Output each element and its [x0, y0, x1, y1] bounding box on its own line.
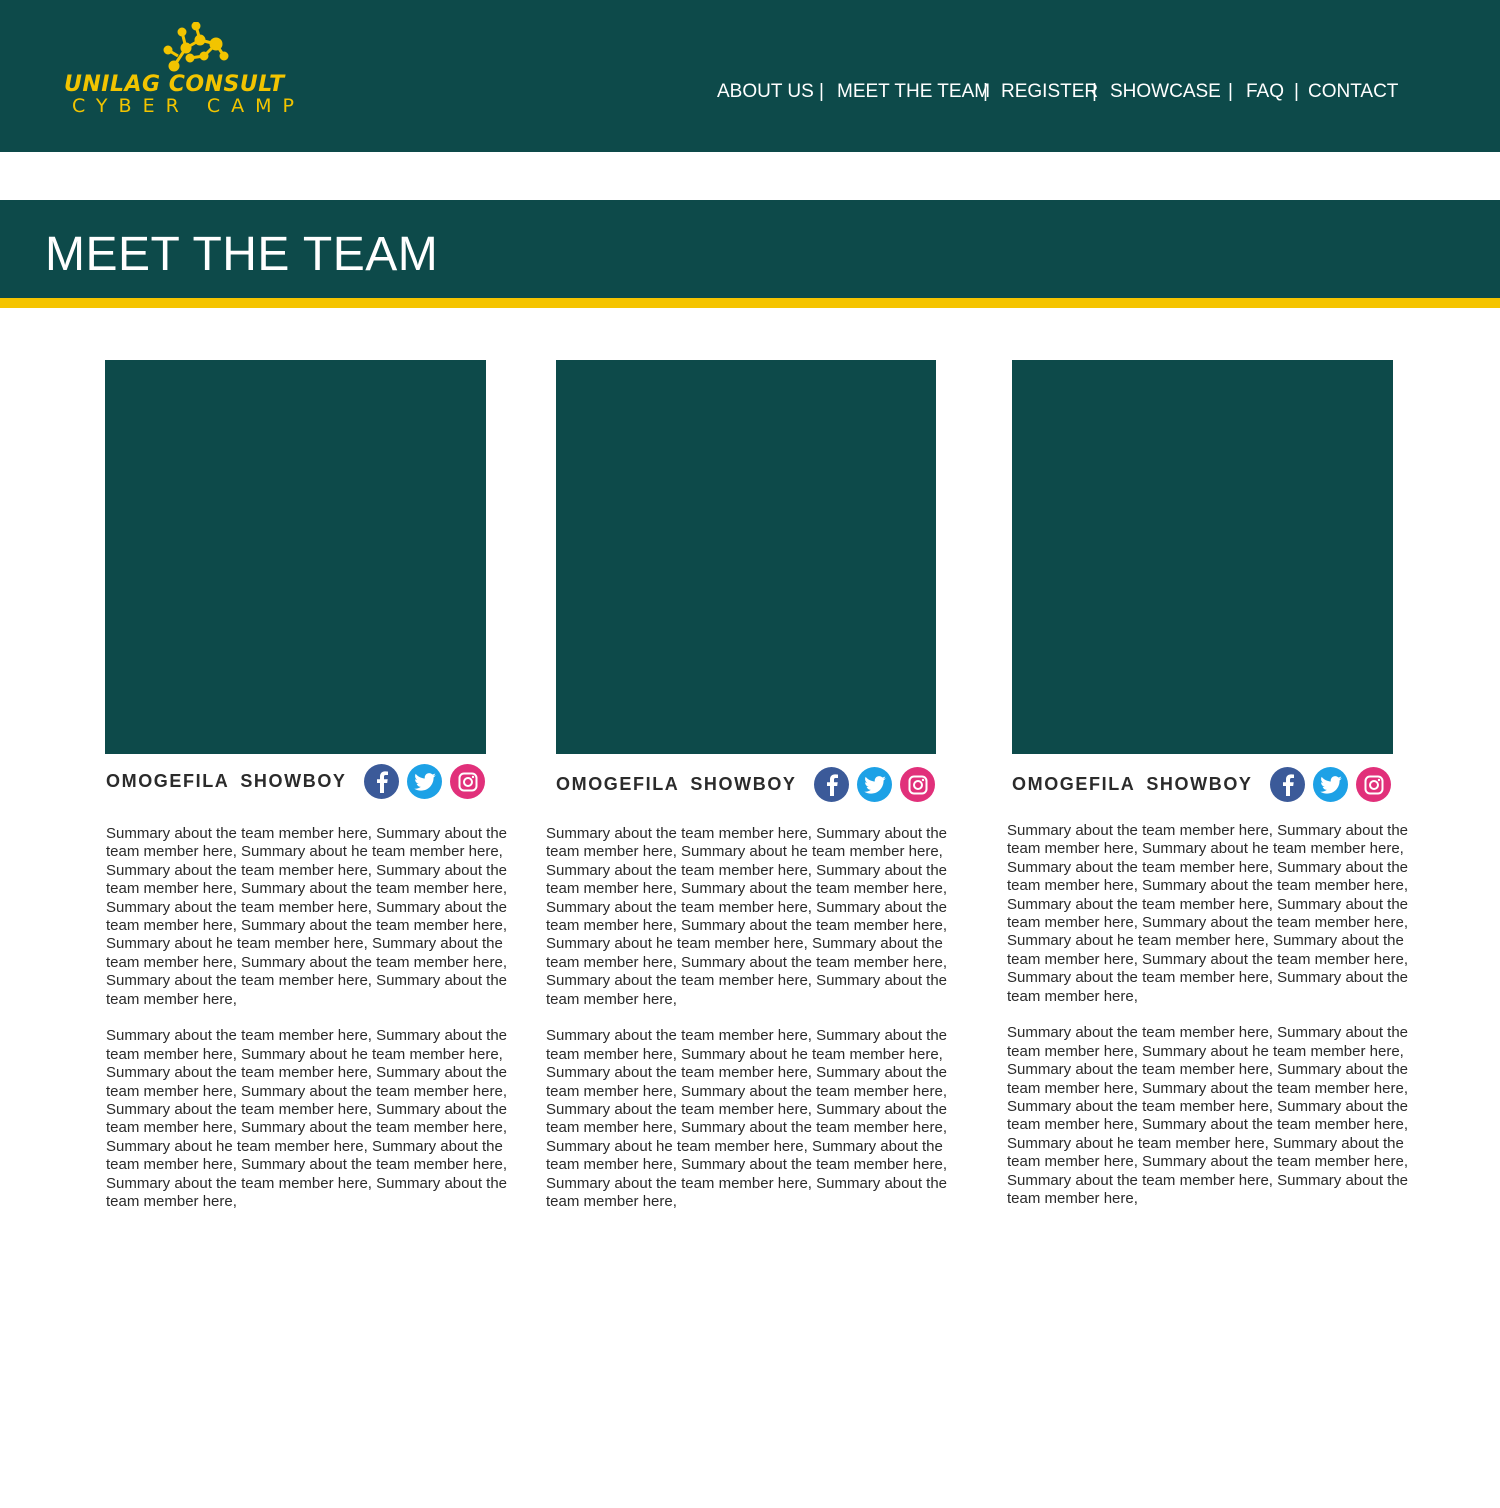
twitter-icon[interactable] [1313, 767, 1348, 802]
nav-meet-the-team[interactable]: MEET THE TEAM [837, 79, 990, 105]
page-title: MEET THE TEAM [45, 228, 439, 281]
nav-separator: | [819, 81, 824, 102]
team-member-photo [1012, 360, 1393, 754]
bio-paragraph: Summary about the team member here, Summ… [106, 825, 508, 1008]
molecule-logo-icon [163, 22, 229, 72]
nav-showcase[interactable]: SHOWCASE [1110, 79, 1221, 105]
team-member-bio: Summary about the team member here, Summ… [106, 825, 526, 1212]
team-member-name: OMOGEFILA SHOWBOY [106, 771, 347, 791]
bio-paragraph: Summary about the team member here, Summ… [106, 1027, 508, 1211]
nav-about-us[interactable]: ABOUT US [717, 79, 814, 105]
nav-faq[interactable]: FAQ [1246, 79, 1284, 105]
bio-paragraph: Summary about the team member here, Summ… [546, 825, 948, 1008]
team-member-bio: Summary about the team member here, Summ… [546, 825, 966, 1212]
bio-paragraph: Summary about the team member here, Summ… [1007, 1024, 1409, 1208]
facebook-icon[interactable] [814, 767, 849, 802]
team-member-name: OMOGEFILA SHOWBOY [1012, 774, 1253, 794]
nav-separator: | [1294, 81, 1299, 102]
team-member-photo [556, 360, 936, 754]
banner-stripe [0, 298, 1500, 308]
social-links [364, 764, 485, 799]
nav-contact[interactable]: CONTACT [1308, 79, 1398, 105]
site-header: UNILAG CONSULT CYBER CAMP ABOUT US | MEE… [0, 0, 1500, 152]
social-links [814, 767, 935, 802]
nav-separator: | [1228, 81, 1233, 102]
instagram-icon[interactable] [1356, 767, 1391, 802]
team-member-name: OMOGEFILA SHOWBOY [556, 774, 797, 794]
bio-paragraph: Summary about the team member here, Summ… [1007, 822, 1409, 1005]
team-member-bio: Summary about the team member here, Summ… [1007, 822, 1427, 1209]
facebook-icon[interactable] [1270, 767, 1305, 802]
nav-separator: | [983, 81, 988, 102]
team-member-photo [105, 360, 486, 754]
instagram-icon[interactable] [900, 767, 935, 802]
nav-register[interactable]: REGISTER [1001, 79, 1098, 105]
bio-paragraph: Summary about the team member here, Summ… [546, 1027, 948, 1211]
page-banner: MEET THE TEAM [0, 200, 1500, 298]
twitter-icon[interactable] [407, 764, 442, 799]
main-nav: ABOUT US | MEET THE TEAM | REGISTER | SH… [0, 79, 1500, 105]
facebook-icon[interactable] [364, 764, 399, 799]
nav-separator: | [1092, 81, 1097, 102]
social-links [1270, 767, 1391, 802]
twitter-icon[interactable] [857, 767, 892, 802]
instagram-icon[interactable] [450, 764, 485, 799]
site-logo[interactable]: UNILAG CONSULT CYBER CAMP [62, 22, 322, 122]
